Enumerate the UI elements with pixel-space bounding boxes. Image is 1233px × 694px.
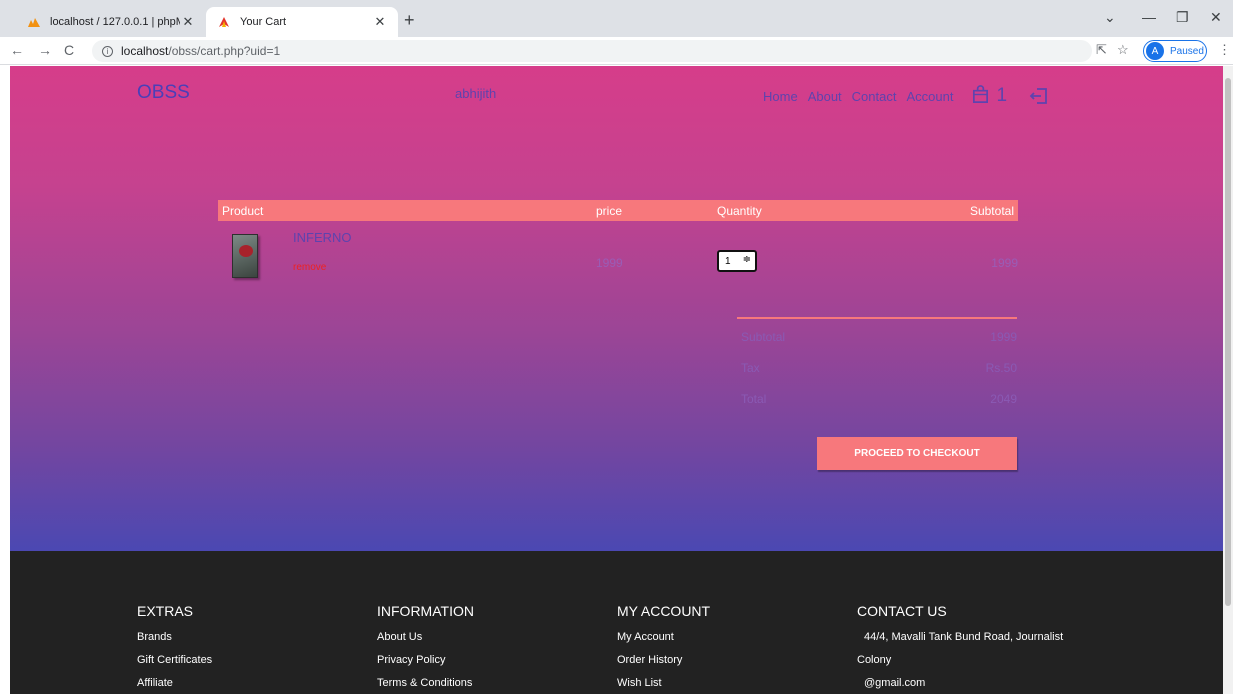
close-window-icon[interactable]: ✕ — [1210, 9, 1222, 26]
cart-table-header: Product price Quantity Subtotal — [218, 200, 1018, 221]
footer: EXTRAS Brands Gift Certificates Affiliat… — [10, 551, 1223, 694]
profile-button[interactable]: A Paused — [1143, 40, 1207, 62]
phpmyadmin-favicon-icon — [26, 14, 42, 30]
address-bar[interactable]: i localhost/obss/cart.php?uid=1 — [92, 40, 1092, 62]
column-quantity: Quantity — [717, 204, 762, 218]
contact-email: @gmail.com — [864, 677, 926, 689]
reload-icon[interactable]: C — [64, 42, 74, 58]
scrollbar-thumb[interactable] — [1225, 78, 1231, 606]
footer-link[interactable]: Gift Certificates — [137, 654, 377, 667]
column-price: price — [596, 204, 623, 218]
footer-link[interactable]: Privacy Policy — [377, 654, 617, 667]
totals-tax-row: Tax Rs.50 — [737, 350, 1017, 381]
nav-about-link[interactable]: About — [808, 89, 842, 104]
footer-link[interactable]: My Account — [617, 631, 857, 644]
subtotal-label: Subtotal — [741, 330, 786, 344]
totals-subtotal-row: Subtotal 1999 — [737, 319, 1017, 350]
browser-tab-strip: localhost / 127.0.0.1 | phpMyAdm ✕ Your … — [0, 0, 1233, 37]
url-path: /obss/cart.php?uid=1 — [168, 44, 281, 58]
total-label: Total — [741, 392, 767, 406]
share-icon[interactable]: ⇱ — [1096, 42, 1107, 58]
proceed-to-checkout-button[interactable]: PROCEED TO CHECKOUT — [817, 437, 1017, 470]
tab-close-icon[interactable]: ✕ — [180, 14, 196, 30]
tab-title: Your Cart — [240, 16, 287, 28]
subtotal-value: 1999 — [990, 330, 1017, 344]
footer-link[interactable]: Wish List — [617, 677, 857, 690]
logout-icon[interactable] — [1029, 87, 1049, 105]
product-image — [232, 234, 258, 278]
tab-your-cart[interactable]: Your Cart ✕ — [206, 7, 398, 37]
footer-contact: CONTACT US 44/4, Mavalli Tank Bund Road,… — [857, 603, 1187, 694]
tab-search-chevron-icon[interactable]: ⌄ — [1104, 9, 1116, 26]
nav-account-link[interactable]: Account — [906, 89, 953, 104]
shopping-bag-icon — [971, 85, 990, 107]
site-favicon-icon — [216, 14, 232, 30]
footer-heading: EXTRAS — [137, 603, 194, 619]
remove-link[interactable]: remove — [293, 262, 326, 273]
site-logo[interactable]: OBSS — [137, 82, 190, 104]
tab-title: localhost / 127.0.0.1 | phpMyAdm — [50, 16, 180, 28]
cart-button[interactable]: 1 — [971, 85, 1007, 107]
footer-heading: MY ACCOUNT — [617, 603, 711, 619]
profile-avatar: A — [1146, 42, 1164, 60]
url-host: localhost — [121, 44, 169, 58]
tab-phpmyadmin[interactable]: localhost / 127.0.0.1 | phpMyAdm ✕ — [16, 7, 206, 37]
forward-arrow-icon[interactable]: → — [38, 42, 52, 58]
restore-icon[interactable]: ❐ — [1176, 9, 1189, 26]
footer-heading: INFORMATION — [377, 603, 474, 619]
cart-row: INFERNO remove 1999 1 ≑ 1999 — [218, 221, 1018, 296]
cart-count: 1 — [996, 85, 1008, 106]
footer-link[interactable]: Order History — [617, 654, 857, 667]
quantity-stepper[interactable]: 1 ≑ — [717, 250, 757, 272]
tax-label: Tax — [741, 361, 760, 375]
tax-value: Rs.50 — [985, 361, 1017, 375]
footer-my-account: MY ACCOUNT My Account Order History Wish… — [617, 603, 857, 694]
product-name: INFERNO — [293, 230, 352, 245]
footer-link[interactable]: About Us — [377, 631, 617, 644]
contact-address-line: Colony — [857, 654, 892, 666]
product-subtotal: 1999 — [991, 256, 1018, 270]
footer-link[interactable]: Affiliate — [137, 677, 377, 690]
column-subtotal: Subtotal — [969, 204, 1014, 218]
footer-link[interactable]: Terms & Conditions — [377, 677, 617, 690]
column-product: Product — [222, 204, 264, 218]
footer-extras: EXTRAS Brands Gift Certificates Affiliat… — [137, 603, 377, 694]
browser-toolbar: ← → C i localhost/obss/cart.php?uid=1 ⇱ … — [0, 37, 1233, 65]
site-info-icon[interactable]: i — [102, 45, 113, 57]
profile-status: Paused — [1170, 45, 1204, 57]
bookmark-star-icon[interactable]: ☆ — [1117, 42, 1129, 58]
footer-link[interactable]: Brands — [137, 631, 377, 644]
totals-total-row: Total 2049 — [737, 381, 1017, 412]
tab-close-icon[interactable]: ✕ — [372, 14, 388, 30]
menu-kebab-icon[interactable]: ⋮ — [1218, 42, 1231, 58]
minimize-icon[interactable]: — — [1142, 9, 1156, 25]
footer-information: INFORMATION About Us Privacy Policy Term… — [377, 603, 617, 694]
main-nav: Home About Contact Account 1 — [763, 85, 1049, 107]
cart-section: OBSS abhijith Home About Contact Account… — [10, 66, 1223, 551]
nav-home-link[interactable]: Home — [763, 89, 798, 104]
footer-heading: CONTACT US — [857, 603, 947, 619]
page-scrollbar[interactable] — [1223, 66, 1233, 694]
spinner-arrows-icon[interactable]: ≑ — [743, 254, 751, 265]
total-value: 2049 — [990, 392, 1017, 406]
quantity-value: 1 — [725, 255, 731, 267]
nav-contact-link[interactable]: Contact — [852, 89, 897, 104]
username: abhijith — [455, 86, 497, 101]
back-arrow-icon[interactable]: ← — [10, 42, 24, 58]
new-tab-plus-icon[interactable]: + — [404, 10, 415, 31]
product-price: 1999 — [596, 256, 623, 270]
cart-table: Product price Quantity Subtotal INFERNO … — [218, 200, 1018, 296]
contact-address-line: 44/4, Mavalli Tank Bund Road, Journalist — [864, 631, 1064, 643]
page-content: OBSS abhijith Home About Contact Account… — [10, 66, 1223, 694]
cart-totals: Subtotal 1999 Tax Rs.50 Total 2049 — [737, 317, 1017, 412]
